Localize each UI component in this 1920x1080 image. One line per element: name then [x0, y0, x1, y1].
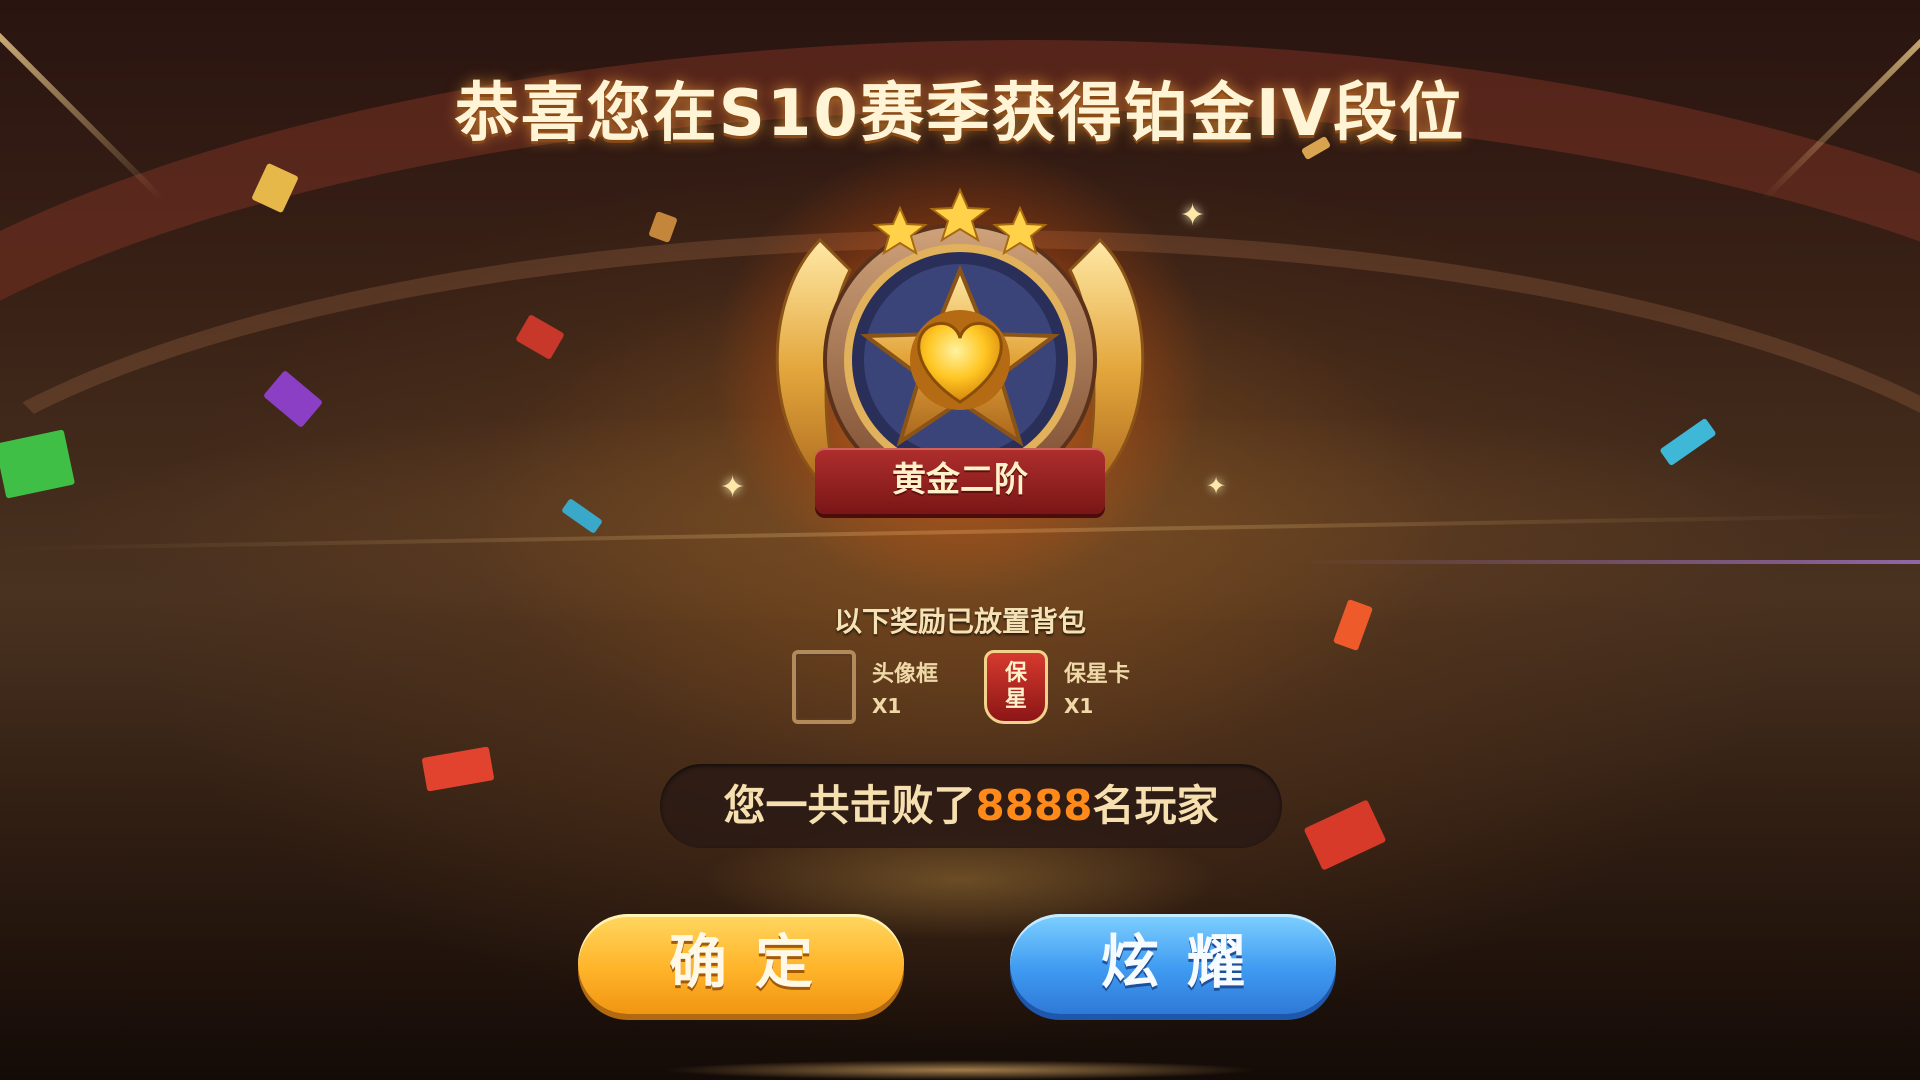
share-button[interactable]: 炫耀 [1010, 914, 1336, 1014]
defeat-count: 8888 [975, 781, 1093, 830]
defeat-suffix: 名玩家 [1092, 781, 1219, 830]
sparkle-icon: ✦ [720, 470, 746, 505]
sparkle-icon: ✦ [1206, 472, 1227, 500]
floor-glow [660, 1060, 1260, 1080]
light-streak-purple [1300, 560, 1920, 564]
reward-qty: X1 [1064, 694, 1094, 718]
reward-name: 保星卡 [1064, 662, 1131, 687]
star-protect-card-icon: 保星 [984, 650, 1048, 724]
sparkle-icon: ✦ [1180, 198, 1206, 233]
confirm-button[interactable]: 确定 [578, 914, 904, 1014]
card-icon-text: 保星 [1004, 661, 1027, 712]
result-screen: 恭喜您在S10赛季获得铂金IV段位 ✦ ✦ ✦ 黄金二阶 以下奖励已放置背包 头… [0, 0, 1920, 1080]
avatar-frame-icon [792, 650, 856, 724]
reward-name: 头像框 [872, 662, 939, 687]
reward-qty: X1 [872, 694, 902, 718]
defeat-summary: 您一共击败了8888名玩家 [660, 764, 1282, 848]
rank-name: 黄金二阶 [892, 460, 1028, 500]
defeat-prefix: 您一共击败了 [723, 781, 976, 830]
rewards-title: 以下奖励已放置背包 [833, 605, 1086, 638]
